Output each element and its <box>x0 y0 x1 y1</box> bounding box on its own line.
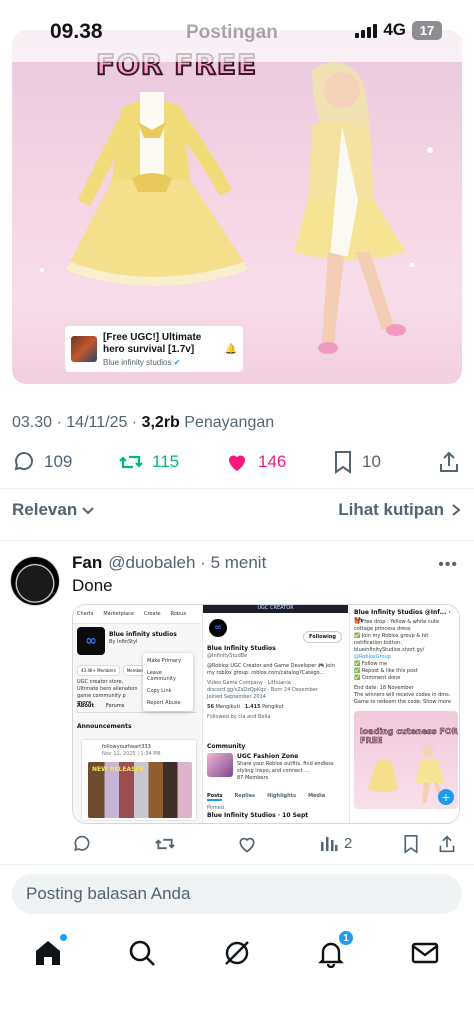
chevron-right-icon <box>452 504 461 516</box>
profile-handle: @InfinityStudBe <box>207 653 248 659</box>
reply-like-button[interactable] <box>236 834 258 854</box>
view-quotes-label: Lihat kutipan <box>338 500 444 519</box>
screenshot-roblox-community: Charts Marketplace Create Robux ∞ Blue infi… <box>73 605 201 823</box>
search-icon <box>129 940 155 966</box>
more-icon[interactable]: ••• <box>438 556 458 574</box>
heart-icon <box>229 455 245 471</box>
members-stat: 43.4K+ Members <box>77 665 120 676</box>
like-button[interactable]: 146 <box>224 450 286 474</box>
bottom-tab-bar: 1 <box>0 924 474 1024</box>
bookmark-count: 10 <box>362 452 381 471</box>
divider <box>0 488 474 489</box>
sort-label: Relevan <box>12 500 78 519</box>
home-unread-dot <box>60 934 67 941</box>
tweet-media-image[interactable]: FOR FREE [Free UGC!] Ultimate hero survi… <box>12 30 462 384</box>
repost-icon <box>119 455 143 469</box>
tweet-meta: 03.30 · 14/11/25 · 3,2rb Penayangan <box>12 414 275 431</box>
reply-reply-button[interactable] <box>72 834 92 854</box>
compose-fab-icon: + <box>438 789 454 805</box>
reply-header: Fan @duobaleh · 5 menit <box>72 553 266 573</box>
repost-icon <box>155 838 175 850</box>
hero-game-card: [Free UGC!] Ultimate hero survival [1.7v… <box>65 326 243 372</box>
view-quotes-link[interactable]: Lihat kutipan <box>338 500 462 520</box>
verified-icon: ✔ <box>173 357 181 367</box>
notification-badge: 1 <box>338 930 354 946</box>
reply-icon <box>14 452 33 471</box>
tab-home[interactable] <box>33 934 67 968</box>
network-label: 4G <box>383 20 406 39</box>
repost-count: 115 <box>152 452 180 471</box>
bookmark-icon <box>335 451 351 474</box>
avatar[interactable] <box>10 556 60 606</box>
tab-notifications[interactable]: 1 <box>316 930 354 969</box>
chevron-down-icon <box>82 507 94 515</box>
reply-count: 109 <box>44 452 73 471</box>
heart-icon <box>239 837 255 853</box>
group-title: Blue infinity studios <box>109 631 177 638</box>
reply-author-name[interactable]: Fan <box>72 553 102 573</box>
group-owner: By InfinStyl <box>109 639 138 645</box>
tab-messages[interactable] <box>410 938 440 968</box>
game-card-subtitle: Blue infinity studios ✔ <box>103 357 181 367</box>
reply-bookmark-button[interactable] <box>402 834 420 854</box>
post-body: 🎁 Free drop : Yellow & white cute cottag… <box>354 619 452 705</box>
tab-grok[interactable] <box>222 938 252 968</box>
screenshot-x-post: Blue Infinity Studios @Inf... · 5h 🎁 Fre… <box>349 605 459 823</box>
context-menu: Make Primary Leave Community Copy Link R… <box>143 653 193 711</box>
announcement-post: followyourheart333 Nov 11, 2025 | 1:34 P… <box>81 739 197 821</box>
divider <box>0 540 474 541</box>
tweet-actions: 109 115 146 10 <box>12 450 462 478</box>
like-count: 146 <box>258 452 287 471</box>
reply-author-handle: @duobaleh · 5 menit <box>108 553 267 572</box>
reply-composer-input[interactable]: Posting balasan Anda <box>12 874 462 914</box>
signal-icon <box>355 22 378 38</box>
community-image <box>207 753 233 777</box>
reply-share-button[interactable] <box>438 834 456 854</box>
reply-icon <box>74 835 90 851</box>
infinity-logo: ∞ <box>207 617 229 639</box>
analytics-icon <box>321 837 338 851</box>
infinity-logo: ∞ <box>77 627 105 655</box>
divider <box>0 864 474 865</box>
grok-icon <box>225 941 249 965</box>
profile-bio: @Roblox UGC Creator and Game Developer 🎮… <box>207 663 335 720</box>
profile-tabs: Posts Replies Highlights Media <box>207 793 326 801</box>
game-card-title: [Free UGC!] Ultimate hero survival [1.7v… <box>103 331 202 355</box>
repost-button[interactable]: 115 <box>118 450 179 474</box>
share-icon <box>440 451 458 472</box>
screenshot-x-profile: UGC CREATOR ∞ Following Blue Infinity St… <box>202 605 348 823</box>
bookmark-button[interactable]: 10 <box>332 450 381 474</box>
game-thumbnail <box>71 336 97 362</box>
reply-button[interactable]: 109 <box>12 450 72 474</box>
announcements-label: Announcements <box>77 723 132 730</box>
following-badge: Following <box>303 631 342 643</box>
battery-icon: 17 <box>412 20 442 40</box>
reply-views-button[interactable]: 2 <box>320 834 352 852</box>
status-time: 09.38 <box>50 20 103 43</box>
pinned-post: Pinned Blue Infinity Studios · 10 Sept <box>207 805 309 819</box>
sort-dropdown[interactable]: Relevan <box>12 500 95 520</box>
reply-actions: 2 <box>72 834 460 856</box>
post-image: loading cuteness FOR FREE + <box>354 711 458 809</box>
reply-repost-button[interactable] <box>154 834 176 854</box>
mail-icon <box>411 942 439 964</box>
bookmark-icon <box>404 835 418 854</box>
reply-views-count: 2 <box>344 834 353 852</box>
profile-name: Blue Infinity Studios <box>207 645 276 652</box>
reply-media-image[interactable]: Charts Marketplace Create Robux ∞ Blue infi… <box>72 604 460 824</box>
reply-sort-row: Relevan Lihat kutipan <box>12 500 462 522</box>
composer-placeholder: Posting balasan Anda <box>26 884 191 903</box>
share-button[interactable] <box>438 450 460 474</box>
share-icon <box>439 835 455 853</box>
community-card: Community UGC Fashion Zone Share your Ro… <box>207 743 334 781</box>
tab-search[interactable] <box>127 938 157 968</box>
roblox-nav: Charts Marketplace Create Robux <box>73 605 201 624</box>
bell-icon: 🔔 <box>224 343 237 355</box>
screen-title: Postingan <box>186 22 278 43</box>
home-icon <box>36 941 60 965</box>
status-bar: 09.38 Postingan 4G 17 <box>0 0 474 62</box>
reply-text: Done <box>72 576 113 595</box>
